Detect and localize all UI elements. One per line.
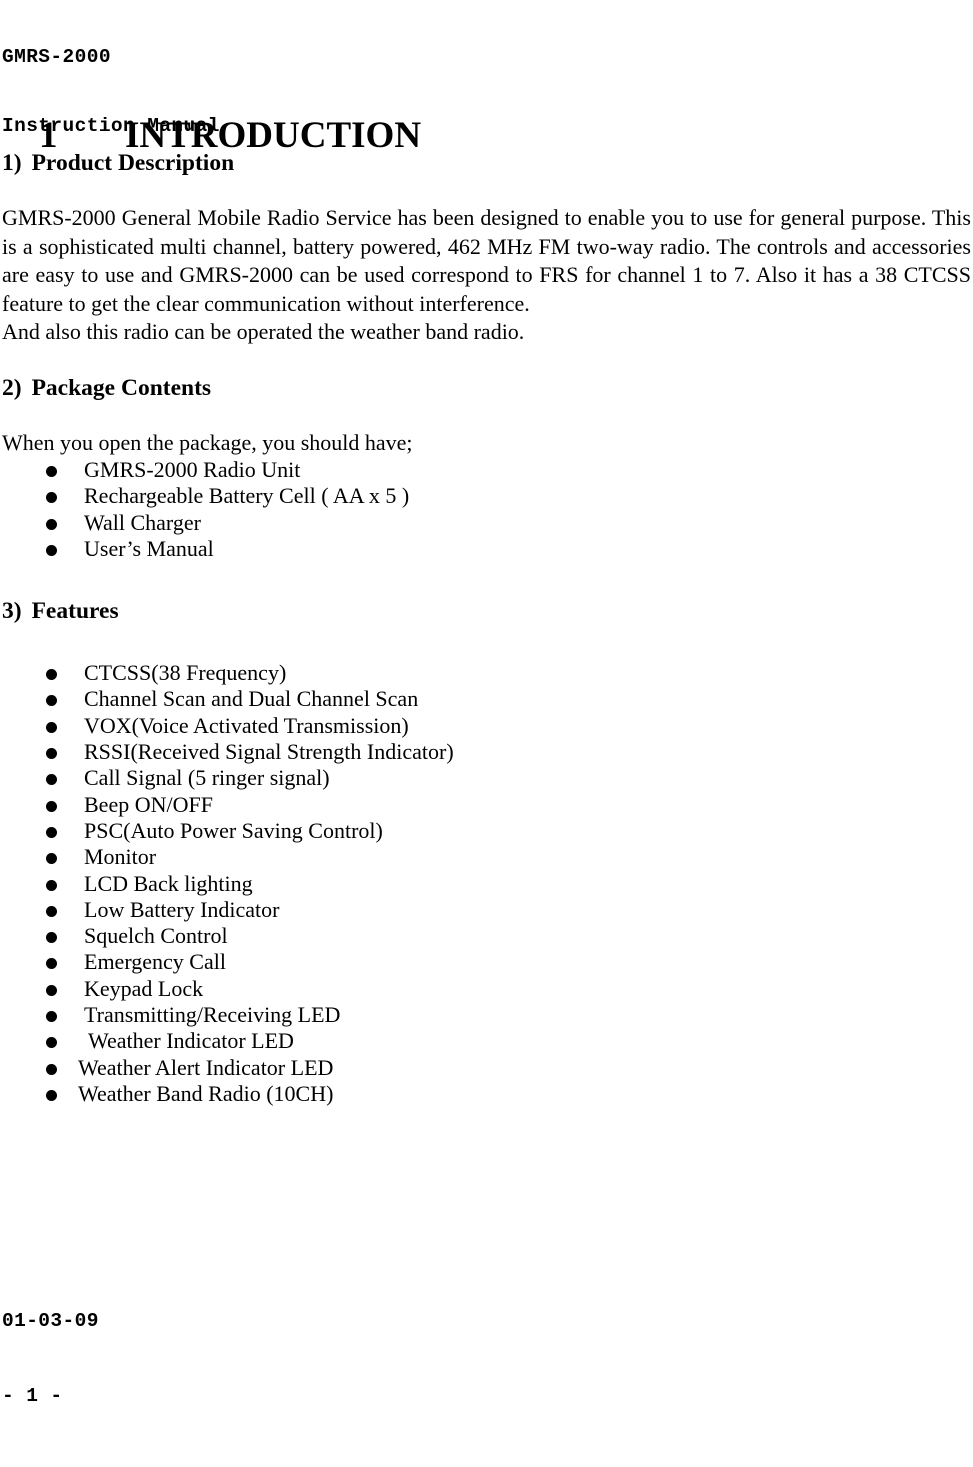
list-item-label: LCD Back lighting	[84, 870, 253, 896]
list-item: Wall Charger	[2, 510, 971, 536]
list-item: Rechargeable Battery Cell ( AA x 5 )	[2, 483, 971, 509]
header-product-name: GMRS-2000	[2, 46, 111, 68]
bullet-dot-icon	[46, 1089, 57, 1101]
product-description-extra-line: And also this radio can be operated the …	[2, 319, 525, 344]
package-contents-lead-in: When you open the package, you should ha…	[2, 429, 413, 455]
section-label: Product Description	[31, 150, 235, 176]
list-item: RSSI(Received Signal Strength Indicator)	[2, 739, 971, 765]
bullet-dot-icon	[46, 984, 57, 996]
document-footer: 01-03-09 - 1 -	[2, 1259, 99, 1459]
bullet-dot-icon	[46, 879, 57, 891]
list-item-label: User’s Manual	[84, 535, 214, 561]
section-heading-product-description: 1) Product Description	[2, 148, 971, 178]
list-item: Monitor	[2, 844, 971, 870]
list-item: Weather Band Radio (10CH)	[2, 1081, 971, 1107]
list-item: User’s Manual	[2, 536, 971, 562]
section-marker: 1)	[2, 150, 22, 176]
bullet-dot-icon	[46, 1063, 57, 1075]
document-body: 1) Product Description GMRS-2000 General …	[2, 148, 971, 1107]
bullet-dot-icon	[46, 466, 57, 477]
list-item: Channel Scan and Dual Channel Scan	[2, 686, 971, 712]
product-description-paragraph: GMRS-2000 General Mobile Radio Service h…	[2, 205, 971, 316]
list-item: Low Battery Indicator	[2, 897, 971, 923]
list-item-label: Rechargeable Battery Cell ( AA x 5 )	[84, 483, 410, 509]
bullet-dot-icon	[46, 826, 57, 838]
bullet-dot-icon	[46, 544, 57, 556]
list-item: GMRS-2000 Radio Unit	[2, 457, 971, 483]
list-item: Weather Alert Indicator LED	[2, 1055, 971, 1081]
list-item: LCD Back lighting	[2, 871, 971, 897]
list-item-label: Keypad Lock	[84, 975, 204, 1001]
list-item: Beep ON/OFF	[2, 792, 971, 818]
list-item: Emergency Call	[2, 949, 971, 975]
list-item-label: Monitor	[84, 844, 157, 870]
section-label: Package Contents	[31, 374, 212, 401]
section-marker: 2)	[2, 374, 22, 401]
list-item: PSC(Auto Power Saving Control)	[2, 818, 971, 844]
list-item: CTCSS(38 Frequency)	[2, 660, 971, 686]
list-item-label: Beep ON/OFF	[84, 791, 213, 817]
list-item-label: VOX(Voice Activated Transmission)	[84, 712, 409, 738]
list-item-label: Low Battery Indicator	[84, 896, 280, 922]
list-item: Weather Indicator LED	[2, 1028, 971, 1054]
section-heading-features: 3) Features	[2, 596, 971, 626]
footer-date: 01-03-09	[2, 1310, 99, 1332]
list-item-label: Channel Scan and Dual Channel Scan	[84, 686, 419, 712]
list-item-label: RSSI(Received Signal Strength Indicator)	[84, 739, 454, 765]
list-item: Keypad Lock	[2, 976, 971, 1002]
section-marker: 3)	[2, 598, 22, 625]
features-list: CTCSS(38 Frequency) Channel Scan and Dua…	[2, 660, 971, 1107]
section-heading-package-contents: 2) Package Contents	[2, 373, 971, 403]
list-item: Transmitting/Receiving LED	[2, 1002, 971, 1028]
package-contents-list: GMRS-2000 Radio Unit Rechargeable Batter…	[2, 457, 971, 562]
list-item-label: CTCSS(38 Frequency)	[84, 660, 287, 686]
document-page: GMRS-2000 Instruction Manual 1 INTRODUCTI…	[0, 0, 973, 1467]
list-item-label: Squelch Control	[84, 923, 228, 949]
bullet-dot-icon	[46, 905, 57, 917]
list-item-label: Wall Charger	[84, 509, 201, 535]
bullet-dot-icon	[46, 748, 57, 760]
bullet-dot-icon	[46, 518, 57, 530]
footer-page-number: - 1 -	[2, 1385, 63, 1407]
bullet-dot-icon	[46, 1011, 57, 1023]
list-item-label: Emergency Call	[84, 949, 226, 975]
section-label: Features	[31, 598, 119, 625]
list-item: Squelch Control	[2, 923, 971, 949]
list-item: Call Signal (5 ringer signal)	[2, 765, 971, 791]
list-item-label: PSC(Auto Power Saving Control)	[84, 817, 383, 843]
bullet-dot-icon	[46, 721, 57, 733]
bullet-dot-icon	[46, 800, 57, 812]
list-item: VOX(Voice Activated Transmission)	[2, 713, 971, 739]
